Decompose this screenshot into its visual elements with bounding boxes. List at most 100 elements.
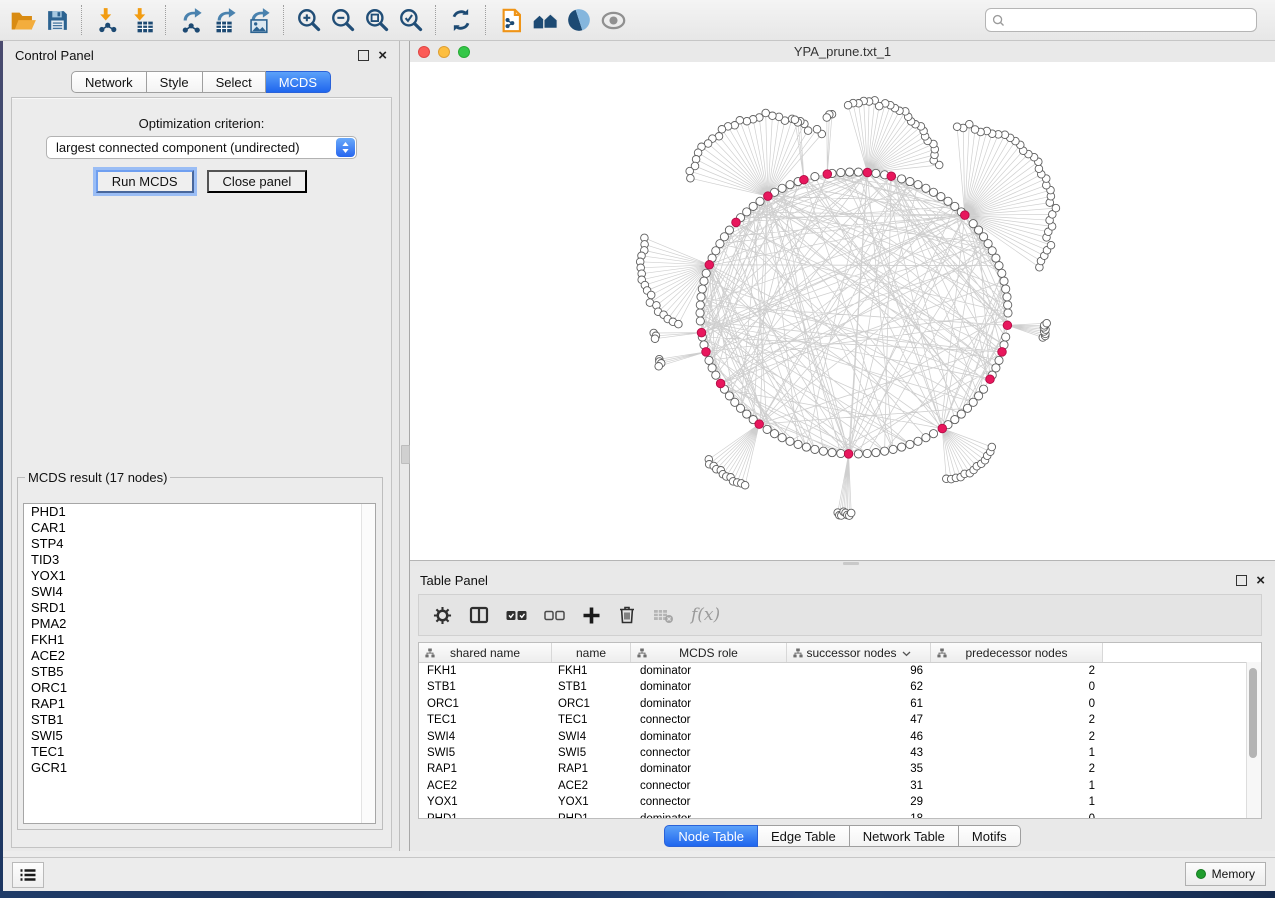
cell[interactable]: 0 [931,696,1103,712]
columns-icon[interactable] [469,606,489,624]
graph-node[interactable] [1004,301,1012,309]
tab-motifs[interactable]: Motifs [959,825,1021,847]
graph-mcds-node[interactable] [938,424,947,433]
graph-node[interactable] [718,126,726,134]
add-row-icon[interactable] [582,606,601,625]
graph-node[interactable] [828,449,836,457]
graph-node[interactable] [705,356,713,364]
graph-node[interactable] [906,178,914,186]
cell[interactable]: STB1 [552,679,631,695]
cell[interactable]: SWI4 [552,729,631,745]
column-header-predecessor-nodes[interactable]: predecessor nodes [931,643,1103,662]
cell[interactable]: 96 [787,663,931,679]
save-session-icon[interactable] [40,3,74,37]
cell[interactable]: FKH1 [419,663,552,679]
graph-node[interactable] [823,114,831,122]
table-row[interactable]: TEC1TEC1connector472 [419,712,1261,728]
cell[interactable]: 0 [931,811,1103,819]
zoom-in-icon[interactable] [292,3,326,37]
cell[interactable]: 43 [787,745,931,761]
mcds-result-item[interactable]: STB5 [24,664,375,680]
graph-node[interactable] [854,450,862,458]
mcds-result-item[interactable]: STP4 [24,536,375,552]
mcds-result-item[interactable]: YOX1 [24,568,375,584]
show-graphics-details-icon[interactable] [596,3,630,37]
graph-node[interactable] [953,123,961,131]
graph-mcds-node[interactable] [844,450,853,459]
cell[interactable]: YOX1 [552,794,631,810]
cell[interactable]: 1 [931,745,1103,761]
float-panel-icon[interactable] [358,50,369,61]
mcds-result-item[interactable]: SWI4 [24,584,375,600]
graph-node[interactable] [898,175,906,183]
graph-node[interactable] [675,320,683,328]
graph-node[interactable] [1052,204,1060,212]
graph-node[interactable] [763,425,771,433]
close-panel-icon[interactable]: × [1256,576,1265,585]
tab-edge-table[interactable]: Edge Table [758,825,850,847]
cell[interactable]: connector [631,745,787,761]
table-scrollbar[interactable] [1246,662,1261,818]
cell[interactable]: FKH1 [552,663,631,679]
graph-mcds-node[interactable] [705,261,714,270]
mcds-result-item[interactable]: STB1 [24,712,375,728]
cell[interactable]: 31 [787,778,931,794]
table-row[interactable]: STB1STB1dominator620 [419,679,1261,695]
graph-node[interactable] [837,168,845,176]
graph-node[interactable] [937,193,945,201]
mcds-result-item[interactable]: RAP1 [24,696,375,712]
tab-mcds[interactable]: MCDS [266,71,331,93]
table-row[interactable]: FKH1FKH1dominator962 [419,663,1261,679]
graph-node[interactable] [992,364,1000,372]
graph-node[interactable] [922,434,930,442]
close-panel-icon[interactable]: × [378,51,387,60]
graph-node[interactable] [686,167,694,175]
graph-node[interactable] [914,181,922,189]
graph-node[interactable] [944,197,952,205]
graph-mcds-node[interactable] [755,420,764,429]
graph-mcds-node[interactable] [697,328,706,337]
cell[interactable]: 0 [931,679,1103,695]
cell[interactable]: SWI4 [419,729,552,745]
graph-node[interactable] [929,188,937,196]
cell[interactable]: STB1 [419,679,552,695]
graph-node[interactable] [712,371,720,379]
graph-node[interactable] [980,385,988,393]
open-session-icon[interactable] [6,3,40,37]
graph-node[interactable] [889,445,897,453]
graph-node[interactable] [1003,293,1011,301]
cell[interactable]: connector [631,778,787,794]
search-field[interactable] [985,8,1257,32]
cell[interactable]: dominator [631,729,787,745]
cell[interactable]: RAP1 [419,761,552,777]
mcds-result-item[interactable]: PHD1 [24,504,375,520]
list-scrollbar[interactable] [361,504,375,823]
zoom-out-icon[interactable] [326,3,360,37]
table-scrollbar-thumb[interactable] [1249,668,1257,758]
column-header-shared-name[interactable]: shared name [419,643,552,662]
graph-node[interactable] [995,262,1003,270]
graph-node[interactable] [863,449,871,457]
table-row[interactable]: SWI5SWI5connector431 [419,745,1261,761]
run-mcds-button[interactable]: Run MCDS [96,170,194,193]
graph-node[interactable] [696,309,704,317]
graph-node[interactable] [1002,285,1010,293]
mcds-result-item[interactable]: TID3 [24,552,375,568]
graph-mcds-node[interactable] [823,170,832,179]
graph-node[interactable] [778,434,786,442]
graph-node[interactable] [969,220,977,228]
settings-icon[interactable] [433,606,452,625]
mcds-result-item[interactable]: PMA2 [24,616,375,632]
graph-mcds-node[interactable] [732,218,741,227]
search-input[interactable] [1005,12,1250,28]
tab-network-table[interactable]: Network Table [850,825,959,847]
zoom-fit-icon[interactable] [360,3,394,37]
cell[interactable]: connector [631,794,787,810]
refresh-network-icon[interactable] [444,3,478,37]
select-all-icon[interactable] [506,608,527,622]
cell[interactable]: RAP1 [552,761,631,777]
cell[interactable]: SWI5 [419,745,552,761]
cell[interactable]: dominator [631,811,787,819]
memory-button[interactable]: Memory [1185,862,1266,886]
cell[interactable]: 2 [931,729,1103,745]
